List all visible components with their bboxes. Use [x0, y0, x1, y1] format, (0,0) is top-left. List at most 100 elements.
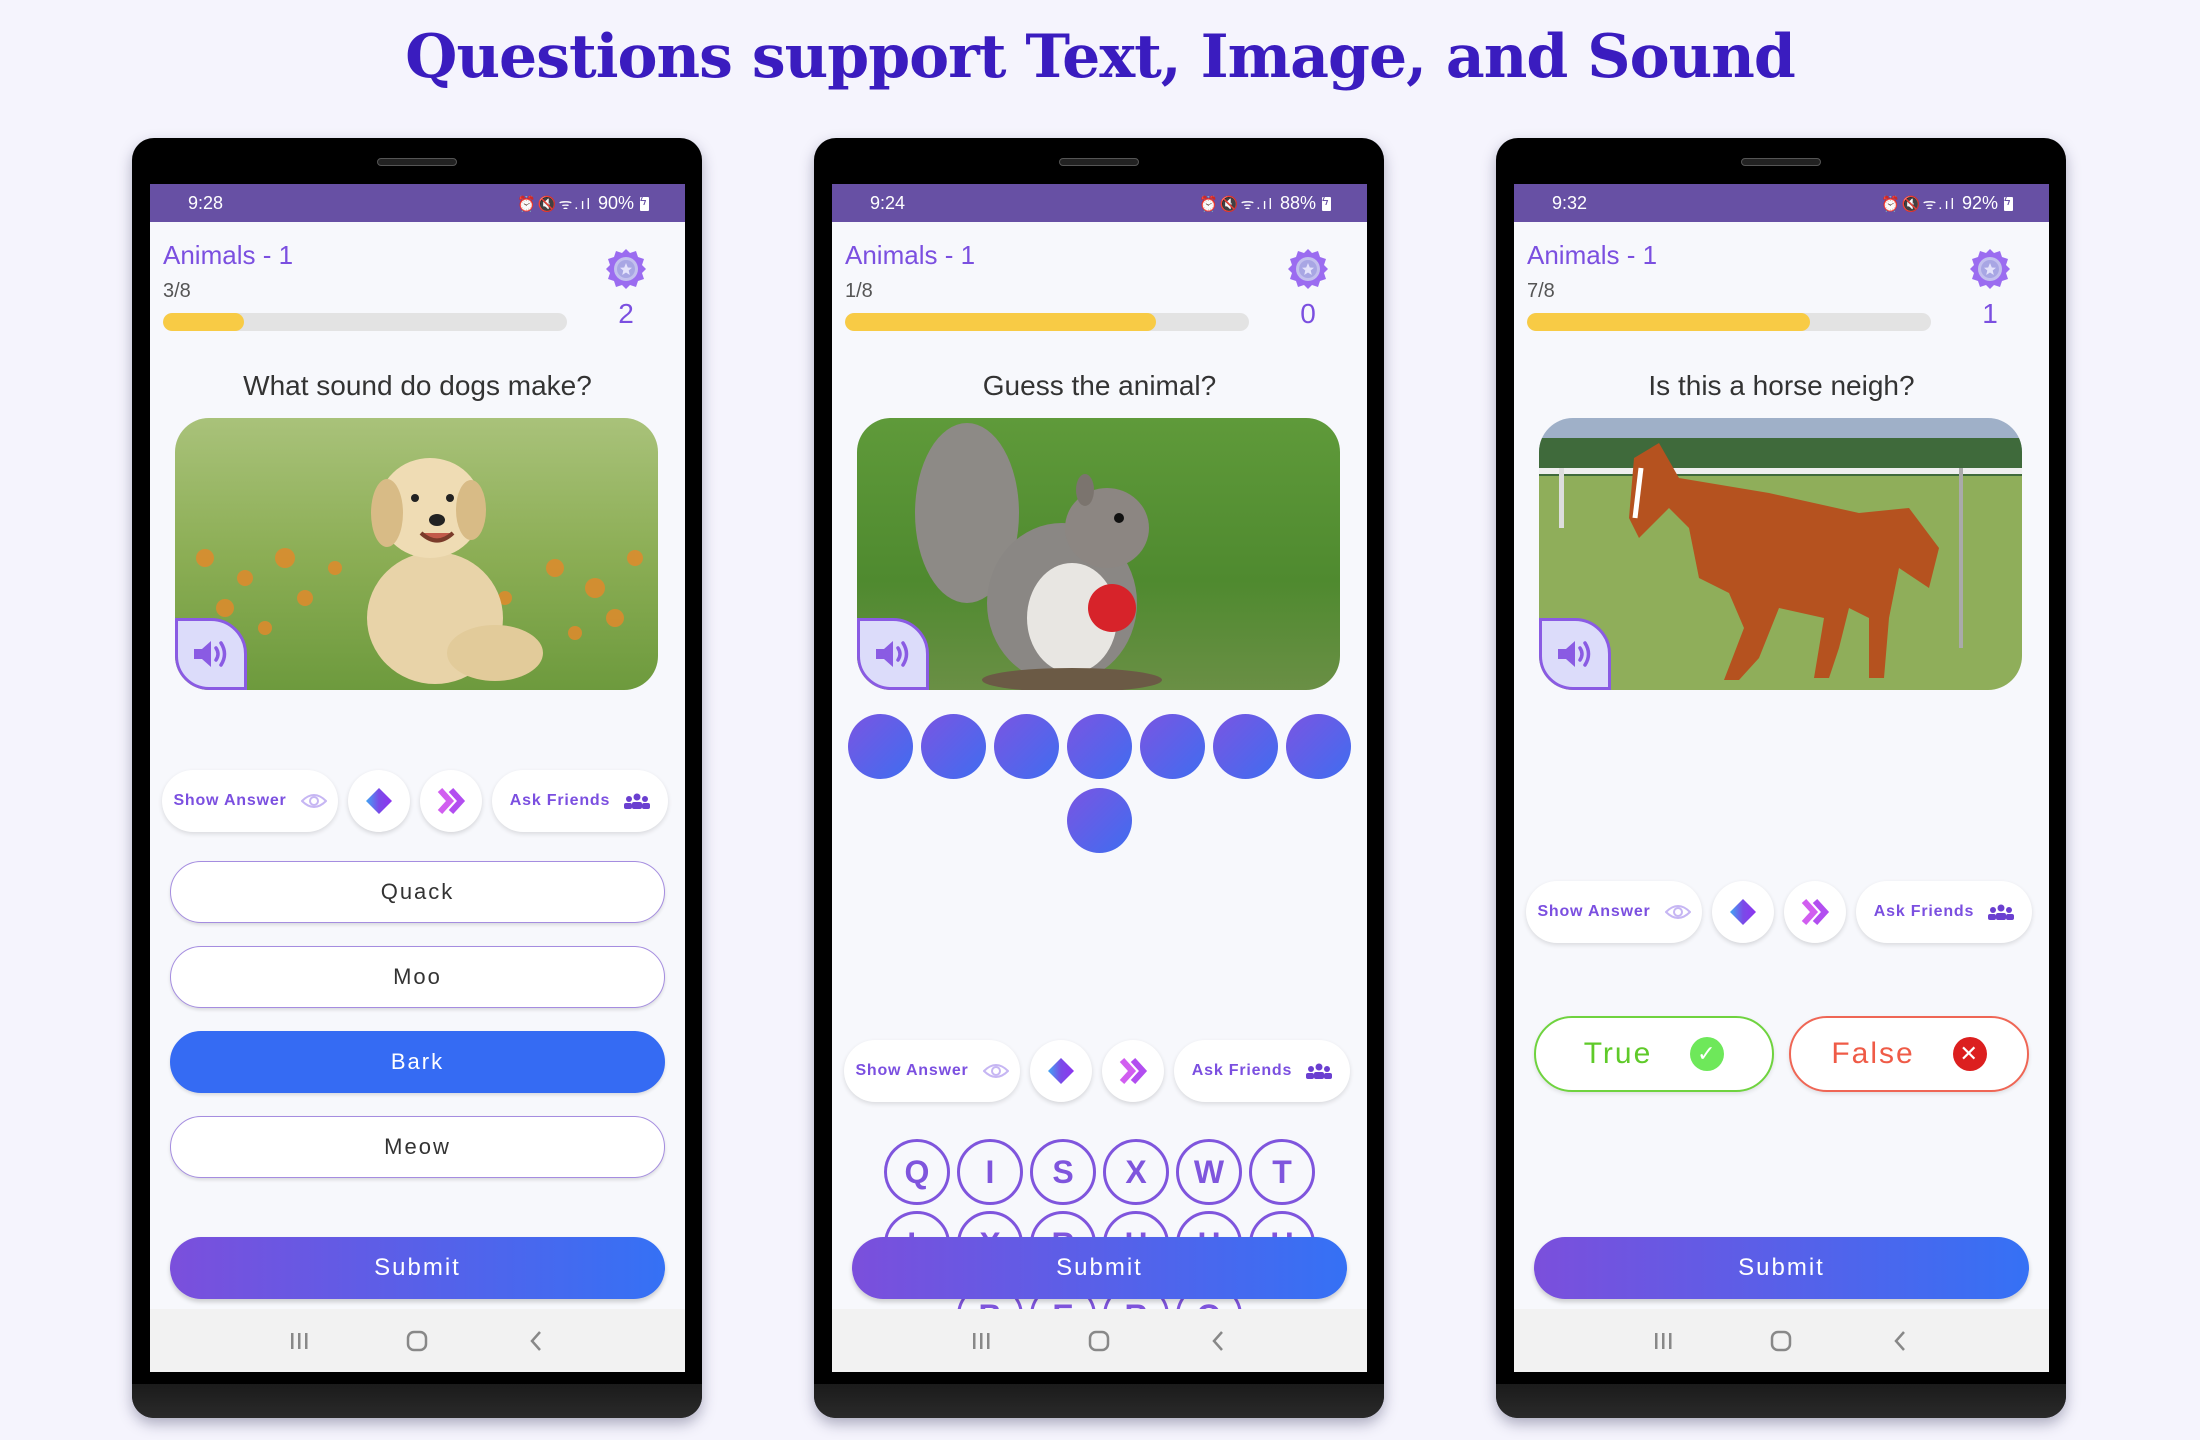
- puppy-photo: [175, 418, 658, 690]
- quiz-title: Animals - 1: [1527, 240, 1658, 270]
- show-answer-label: Show Answer: [855, 1062, 969, 1079]
- letter-key[interactable]: I: [957, 1139, 1023, 1205]
- answer-slot[interactable]: [1213, 714, 1278, 779]
- answer-slot[interactable]: [848, 714, 913, 779]
- recents-button[interactable]: [961, 1321, 1001, 1361]
- answer-slot[interactable]: [994, 714, 1059, 779]
- letter-key[interactable]: W: [1176, 1139, 1242, 1205]
- back-button[interactable]: [1198, 1321, 1238, 1361]
- recents-icon: [1655, 1332, 1672, 1349]
- helper-toolbar: Show Answer Ask Friends: [844, 1040, 1355, 1102]
- phone-multiple-choice: 9:28 ⏰🔇ᯤ.ıl 90% Animals - 1 3/8 2 What s…: [132, 138, 702, 1418]
- play-sound-button[interactable]: [175, 618, 247, 690]
- question-text: What sound do dogs make?: [243, 370, 592, 401]
- option-button[interactable]: Quack: [170, 861, 665, 923]
- battery-percent: 92%: [1961, 193, 1998, 213]
- answer-slot[interactable]: [921, 714, 986, 779]
- status-time: 9:32: [1552, 193, 1588, 213]
- option-button-selected[interactable]: Bark: [170, 1031, 665, 1093]
- skip-button[interactable]: [420, 770, 482, 832]
- score-count: 0: [1300, 298, 1316, 329]
- letter-key[interactable]: X: [1103, 1139, 1169, 1205]
- progress-fill: [1527, 313, 1810, 331]
- android-nav-bar: [150, 1309, 685, 1372]
- false-button[interactable]: False ✕: [1789, 1016, 2029, 1092]
- status-indicators: ⏰🔇ᯤ.ıl 92%: [1881, 193, 2013, 214]
- back-icon: [1894, 1330, 1905, 1351]
- answer-slot[interactable]: [1067, 788, 1132, 853]
- home-icon: [407, 1330, 428, 1351]
- battery-charging-icon: [2004, 194, 2013, 211]
- progress-bar: [1527, 313, 1931, 331]
- true-label: True: [1583, 1037, 1653, 1070]
- score-count: 1: [1982, 298, 1998, 329]
- progress-fill: [163, 313, 244, 331]
- home-button[interactable]: [1079, 1321, 1119, 1361]
- letter-key[interactable]: S: [1030, 1139, 1096, 1205]
- back-button[interactable]: [516, 1321, 556, 1361]
- true-button[interactable]: True ✓: [1534, 1016, 1774, 1092]
- progress-fill: [845, 313, 1157, 331]
- badge-medal-icon: [1288, 249, 1328, 289]
- speaker-volume-icon: [876, 641, 909, 667]
- score-count: 2: [618, 298, 634, 329]
- skip-button[interactable]: [1102, 1040, 1164, 1102]
- eraser-icon: [1048, 1058, 1074, 1084]
- phone-screen: 9:28 ⏰🔇ᯤ.ıl 90% Animals - 1 3/8 2 What s…: [150, 184, 685, 1372]
- ask-friends-button[interactable]: Ask Friends: [492, 770, 668, 832]
- eye-icon: [982, 1064, 1009, 1078]
- question-counter: 3/8: [163, 280, 191, 302]
- recents-icon: [291, 1332, 308, 1349]
- group-icon: [1306, 1063, 1333, 1079]
- recents-button[interactable]: [1643, 1321, 1683, 1361]
- home-button[interactable]: [397, 1321, 437, 1361]
- ask-friends-label: Ask Friends: [1191, 1062, 1293, 1079]
- answer-slot[interactable]: [1140, 714, 1205, 779]
- status-bar: 9:32 ⏰🔇ᯤ.ıl 92%: [1514, 184, 2049, 222]
- show-answer-label: Show Answer: [173, 792, 287, 809]
- horse-photo: [1539, 418, 2022, 690]
- battery-charging-icon: [640, 194, 649, 211]
- quiz-title: Animals - 1: [845, 240, 976, 270]
- phone-screen: 9:32 ⏰🔇ᯤ.ıl 92% Animals - 1 7/8 1 Is thi…: [1514, 184, 2049, 1372]
- eraser-button[interactable]: [348, 770, 410, 832]
- option-button[interactable]: Moo: [170, 946, 665, 1008]
- android-nav-bar: [832, 1309, 1367, 1372]
- letter-key[interactable]: T: [1249, 1139, 1315, 1205]
- back-button[interactable]: [1880, 1321, 1920, 1361]
- question-counter: 1/8: [845, 280, 873, 302]
- eraser-icon: [366, 788, 392, 814]
- show-answer-button[interactable]: Show Answer: [844, 1040, 1020, 1102]
- play-sound-button[interactable]: [857, 618, 929, 690]
- submit-button[interactable]: Submit: [1534, 1237, 2029, 1299]
- submit-button[interactable]: Submit: [852, 1237, 1347, 1299]
- check-icon: ✓: [1690, 1037, 1725, 1071]
- ask-friends-button[interactable]: Ask Friends: [1174, 1040, 1350, 1102]
- ask-friends-label: Ask Friends: [509, 792, 611, 809]
- question-image-puppy: [175, 418, 658, 690]
- show-answer-button[interactable]: Show Answer: [1526, 881, 1702, 943]
- eye-icon: [1664, 905, 1691, 919]
- skip-icon: [437, 787, 466, 815]
- quiz-title: Animals - 1: [163, 240, 294, 270]
- answer-slot[interactable]: [1286, 714, 1351, 779]
- eraser-button[interactable]: [1030, 1040, 1092, 1102]
- letter-key[interactable]: Q: [884, 1139, 950, 1205]
- skip-button[interactable]: [1784, 881, 1846, 943]
- status-time: 9:28: [188, 193, 224, 213]
- option-button[interactable]: Meow: [170, 1116, 665, 1178]
- alarm-mute-wifi-signal-icons: ⏰🔇ᯤ.ıl: [1881, 195, 1956, 213]
- recents-button[interactable]: [279, 1321, 319, 1361]
- status-indicators: ⏰🔇ᯤ.ıl 88%: [1199, 193, 1331, 214]
- ask-friends-button[interactable]: Ask Friends: [1856, 881, 2032, 943]
- answer-slot[interactable]: [1067, 714, 1132, 779]
- status-bar: 9:28 ⏰🔇ᯤ.ıl 90%: [150, 184, 685, 222]
- show-answer-button[interactable]: Show Answer: [162, 770, 338, 832]
- battery-charging-icon: [1322, 194, 1331, 211]
- submit-button[interactable]: Submit: [170, 1237, 665, 1299]
- page-title: Questions support Text, Image, and Sound: [405, 22, 1796, 92]
- status-time: 9:24: [870, 193, 906, 213]
- home-button[interactable]: [1761, 1321, 1801, 1361]
- eraser-button[interactable]: [1712, 881, 1774, 943]
- play-sound-button[interactable]: [1539, 618, 1611, 690]
